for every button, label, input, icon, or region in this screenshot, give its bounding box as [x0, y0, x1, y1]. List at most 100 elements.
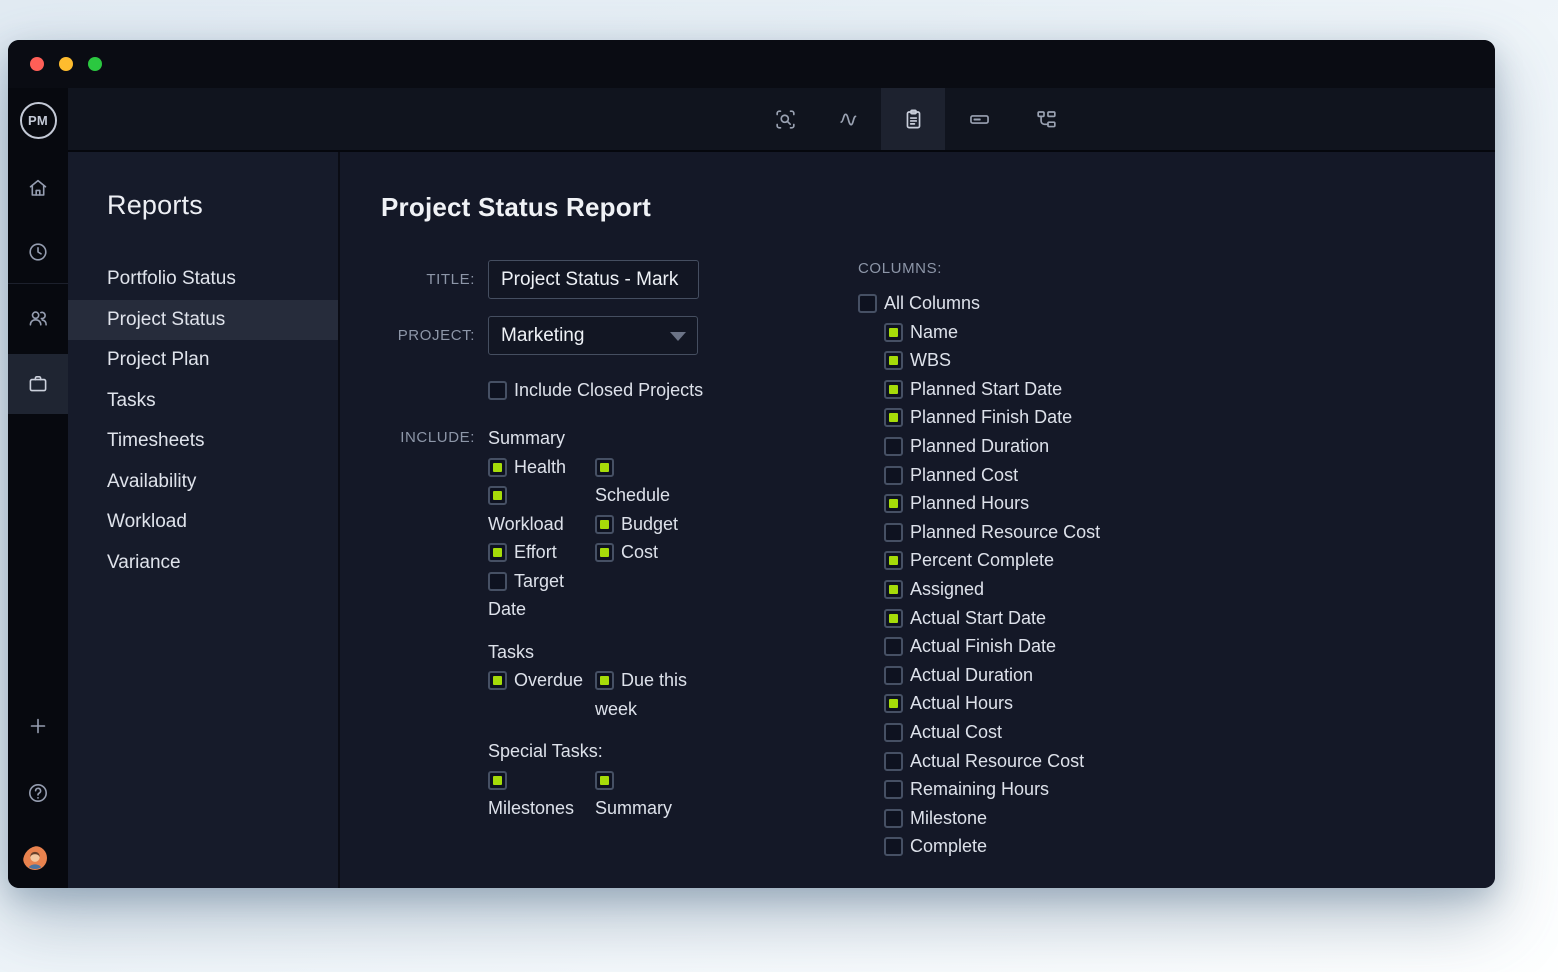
- checkbox-remaining-hours[interactable]: Remaining Hours: [884, 775, 1278, 804]
- report-item-tasks[interactable]: Tasks: [68, 381, 338, 422]
- checkbox-box[interactable]: [595, 543, 614, 562]
- report-item-timesheets[interactable]: Timesheets: [68, 421, 338, 462]
- checkbox-checked-indicator: [600, 676, 609, 685]
- toolbar-workflow-icon[interactable]: [1014, 88, 1078, 150]
- checkbox-budget[interactable]: Budget: [595, 510, 689, 539]
- checkbox-box[interactable]: [884, 666, 903, 685]
- checkbox-actual-hours[interactable]: Actual Hours: [884, 689, 1278, 718]
- checkbox-box[interactable]: [488, 486, 507, 505]
- checkbox-box[interactable]: [884, 837, 903, 856]
- checkbox-label: Milestones: [488, 798, 574, 818]
- window-titlebar: [8, 40, 1495, 88]
- checkbox-planned-duration[interactable]: Planned Duration: [884, 432, 1278, 461]
- checkbox-box[interactable]: [884, 609, 903, 628]
- title-input[interactable]: [488, 260, 699, 299]
- checkbox-actual-start-date[interactable]: Actual Start Date: [884, 604, 1278, 633]
- checkbox-label: Actual Cost: [910, 722, 1002, 742]
- checkbox-box[interactable]: [884, 351, 903, 370]
- checkbox-actual-cost[interactable]: Actual Cost: [884, 718, 1278, 747]
- checkbox-box[interactable]: [884, 752, 903, 771]
- checkbox-box[interactable]: [884, 809, 903, 828]
- checkbox-box[interactable]: [884, 523, 903, 542]
- traffic-lights: [30, 57, 102, 71]
- checkbox-overdue[interactable]: Overdue: [488, 666, 584, 695]
- checkbox-wbs[interactable]: WBS: [884, 346, 1278, 375]
- checkbox-box[interactable]: [595, 458, 614, 477]
- report-item-portfolio-status[interactable]: Portfolio Status: [68, 259, 338, 300]
- checkbox-workload[interactable]: Workload: [488, 481, 584, 538]
- reports-panel: Reports Portfolio StatusProject StatusPr…: [68, 152, 340, 888]
- checkbox-box[interactable]: [884, 694, 903, 713]
- checkbox-planned-cost[interactable]: Planned Cost: [884, 461, 1278, 490]
- checkbox-box[interactable]: [595, 671, 614, 690]
- checkbox-planned-start-date[interactable]: Planned Start Date: [884, 375, 1278, 404]
- report-item-project-status[interactable]: Project Status: [68, 300, 338, 341]
- checkbox-box[interactable]: [488, 572, 507, 591]
- report-item-availability[interactable]: Availability: [68, 462, 338, 503]
- checkbox-include-closed-projects[interactable]: Include Closed Projects: [488, 380, 703, 401]
- checkbox-box[interactable]: [884, 466, 903, 485]
- rail-help-icon[interactable]: [8, 763, 68, 823]
- minimize-window-button[interactable]: [59, 57, 73, 71]
- project-select[interactable]: Marketing: [488, 316, 698, 355]
- checkbox-planned-hours[interactable]: Planned Hours: [884, 489, 1278, 518]
- checkbox-milestone[interactable]: Milestone: [884, 804, 1278, 833]
- checkbox-target-date[interactable]: Target Date: [488, 567, 584, 624]
- checkbox-box[interactable]: [884, 323, 903, 342]
- checkbox-complete[interactable]: Complete: [884, 832, 1278, 861]
- checkbox-assigned[interactable]: Assigned: [884, 575, 1278, 604]
- toolbar-activity-icon[interactable]: [817, 88, 881, 150]
- checkbox-name[interactable]: Name: [884, 318, 1278, 347]
- checkbox-box[interactable]: [884, 380, 903, 399]
- checkbox-all-columns[interactable]: All Columns: [858, 289, 1278, 318]
- checkbox-cost[interactable]: Cost: [595, 538, 689, 567]
- report-item-workload[interactable]: Workload: [68, 502, 338, 543]
- checkbox-milestones[interactable]: Milestones: [488, 766, 584, 823]
- checkbox-box[interactable]: [884, 494, 903, 513]
- checkbox-box[interactable]: [488, 381, 507, 400]
- checkbox-box[interactable]: [595, 515, 614, 534]
- project-field-label: PROJECT:: [340, 316, 475, 355]
- checkbox-summary[interactable]: Summary: [595, 766, 689, 823]
- checkbox-health[interactable]: Health: [488, 453, 584, 482]
- toolbar-report-clipboard-icon[interactable]: [881, 88, 945, 150]
- checkbox-box[interactable]: [884, 551, 903, 570]
- checkbox-due-this-week[interactable]: Due this week: [595, 666, 689, 723]
- toolbar-card-icon[interactable]: [947, 88, 1011, 150]
- checkbox-label: Percent Complete: [910, 550, 1054, 570]
- checkbox-box[interactable]: [488, 771, 507, 790]
- checkbox-box[interactable]: [488, 458, 507, 477]
- rail-team-icon[interactable]: [8, 288, 68, 348]
- checkbox-actual-finish-date[interactable]: Actual Finish Date: [884, 632, 1278, 661]
- checkbox-actual-duration[interactable]: Actual Duration: [884, 661, 1278, 690]
- checkbox-box[interactable]: [884, 580, 903, 599]
- checkbox-box[interactable]: [884, 723, 903, 742]
- checkbox-box[interactable]: [488, 671, 507, 690]
- checkbox-box[interactable]: [858, 294, 877, 313]
- include-label: INCLUDE:: [340, 427, 475, 449]
- checkbox-effort[interactable]: Effort: [488, 538, 584, 567]
- checkbox-box[interactable]: [488, 543, 507, 562]
- report-item-variance[interactable]: Variance: [68, 543, 338, 584]
- checkbox-label: Health: [514, 457, 566, 477]
- rail-home-icon[interactable]: [8, 158, 68, 218]
- checkbox-box[interactable]: [884, 437, 903, 456]
- checkbox-box[interactable]: [595, 771, 614, 790]
- checkbox-box[interactable]: [884, 408, 903, 427]
- rail-briefcase-icon[interactable]: [8, 354, 68, 414]
- rail-clock-icon[interactable]: [8, 222, 68, 282]
- checkbox-planned-resource-cost[interactable]: Planned Resource Cost: [884, 518, 1278, 547]
- checkbox-planned-finish-date[interactable]: Planned Finish Date: [884, 403, 1278, 432]
- checkbox-checked-indicator: [889, 328, 898, 337]
- rail-user-avatar[interactable]: [8, 831, 68, 888]
- checkbox-box[interactable]: [884, 780, 903, 799]
- toolbar-search-zoom-icon[interactable]: [753, 88, 817, 150]
- checkbox-percent-complete[interactable]: Percent Complete: [884, 546, 1278, 575]
- report-item-project-plan[interactable]: Project Plan: [68, 340, 338, 381]
- close-window-button[interactable]: [30, 57, 44, 71]
- rail-plus-icon[interactable]: [8, 696, 68, 756]
- checkbox-box[interactable]: [884, 637, 903, 656]
- zoom-window-button[interactable]: [88, 57, 102, 71]
- checkbox-schedule[interactable]: Schedule: [595, 453, 689, 510]
- checkbox-actual-resource-cost[interactable]: Actual Resource Cost: [884, 747, 1278, 776]
